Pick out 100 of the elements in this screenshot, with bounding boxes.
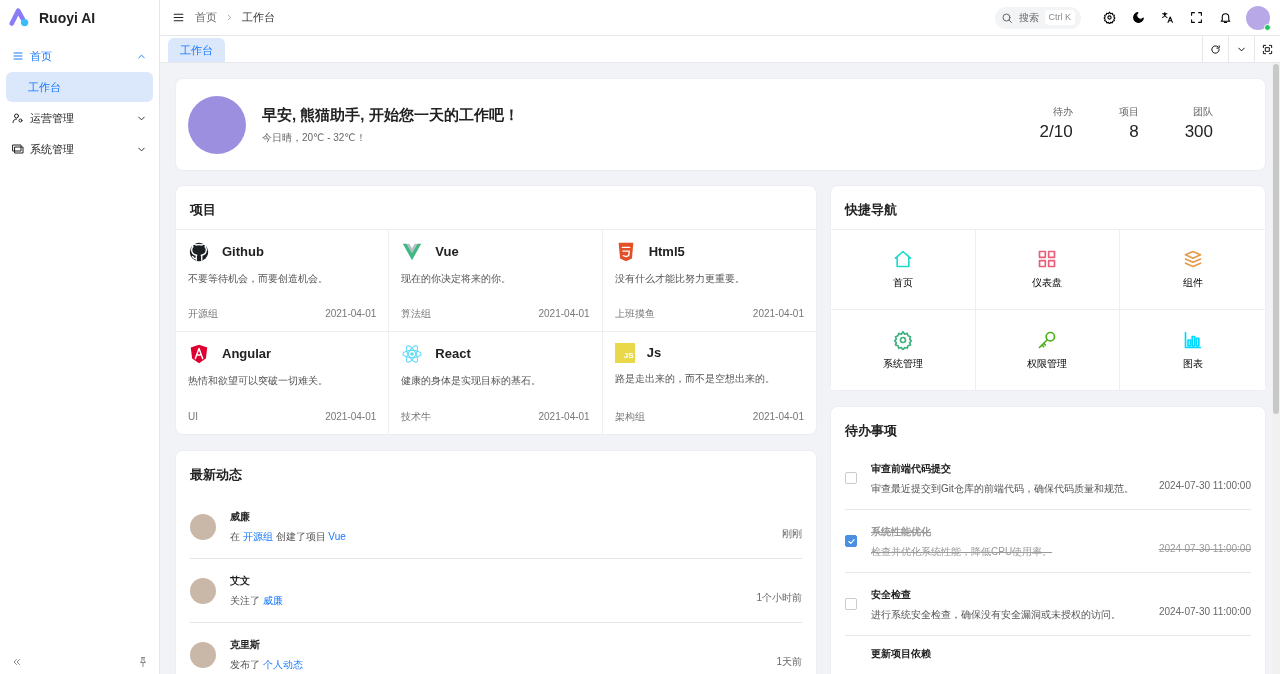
sidebar-item[interactable]: 系统管理 [6, 134, 153, 164]
menu-icon [12, 50, 24, 62]
project-name: Js [646, 344, 662, 363]
project-item[interactable]: Github 不要等待机会，而要创造机会。 开源组 2021-04-01 [176, 230, 390, 332]
project-logo-icon [401, 343, 424, 365]
project-group: 算法组 [401, 306, 432, 321]
project-name: Html5 [648, 243, 685, 262]
activity-link[interactable]: 开源组 [242, 531, 273, 542]
project-logo-icon [188, 241, 210, 263]
activity-link[interactable]: 威廉 [262, 595, 283, 606]
user-avatar [190, 641, 216, 668]
settings-icon[interactable] [1103, 11, 1116, 24]
checkbox[interactable] [845, 535, 857, 547]
activity-text: 在 开源组 创建了项目 Vue [230, 530, 346, 544]
stat-label: 待办 [1051, 105, 1073, 120]
project-date: 2021-04-01 [325, 307, 377, 321]
project-group: 开源组 [188, 306, 218, 321]
weather-text: 今日晴，20℃ - 32℃！ [262, 131, 367, 146]
card-title: 项目 [176, 186, 816, 230]
checkbox[interactable] [845, 598, 857, 610]
project-item[interactable]: Html5 没有什么才能比努力更重要。 上班摸鱼 2021-04-01 [602, 230, 816, 332]
project-date: 2021-04-01 [538, 307, 590, 321]
quick-nav-item[interactable]: 系统管理 [831, 310, 976, 390]
search-icon [1000, 11, 1013, 24]
scrollbar-thumb[interactable] [1273, 64, 1279, 414]
welcome-title: 早安, 熊猫助手, 开始您一天的工作吧！ [262, 104, 519, 125]
activity-time: 1天前 [776, 655, 802, 669]
project-date: 2021-04-01 [752, 307, 804, 321]
user-name: 威廉 [230, 510, 251, 524]
project-description: 路是走出来的，而不是空想出来的。 [614, 372, 776, 386]
project-item[interactable]: JS Js 路是走出来的，而不是空想出来的。 架构组 2021-04-01 [602, 332, 816, 434]
project-description: 不要等待机会，而要创造机会。 [188, 272, 329, 286]
activity-time: 刚刚 [782, 527, 802, 541]
stat-label: 项目 [1118, 105, 1139, 120]
todo-description: 审查最近提交到Git仓库的前端代码，确保代码质量和规范。 [871, 481, 1134, 496]
project-name: Vue [435, 243, 459, 262]
app-name: Ruoyi AI [39, 8, 96, 28]
user-name: 克里斯 [230, 638, 261, 652]
quick-nav-item[interactable]: 首页 [831, 230, 976, 310]
activity-text: 发布了 个人动态 [230, 658, 303, 672]
monitor-icon [12, 143, 24, 155]
sidebar-item[interactable]: 运营管理 [6, 103, 153, 133]
todo-title: 审查前端代码提交 [871, 461, 952, 476]
bell-icon[interactable] [1219, 11, 1232, 24]
welcome-avatar [188, 95, 246, 154]
project-description: 没有什么才能比努力更重要。 [614, 272, 746, 286]
activity-text: 关注了 威廉 [230, 594, 283, 608]
project-name: Angular [222, 345, 272, 364]
project-date: 2021-04-01 [325, 410, 377, 424]
project-group: 技术牛 [401, 409, 432, 424]
stat-label: 团队 [1192, 105, 1213, 120]
todo-date: 2024-07-30 11:00:00 [1158, 604, 1251, 619]
fullscreen-icon[interactable] [1190, 11, 1203, 24]
project-date: 2021-04-01 [538, 410, 590, 424]
stat-value: 300 [1184, 121, 1213, 144]
activity-link[interactable]: Vue [328, 531, 346, 542]
sidebar-item[interactable]: 首页 [6, 41, 153, 71]
activity-link[interactable]: 个人动态 [262, 659, 303, 670]
card-title: 待办事项 [844, 422, 898, 440]
todo-description: 进行系统安全检查，确保没有安全漏洞或未授权的访问。 [871, 607, 1121, 622]
chevron-right-icon [225, 13, 234, 22]
project-description: 热情和欲望可以突破一切难关。 [188, 374, 329, 388]
todo-title: 安全检查 [871, 587, 912, 602]
todo-title: 系统性能优化 [871, 524, 932, 539]
moon-icon[interactable] [1132, 11, 1145, 24]
user-name: 艾文 [230, 574, 251, 588]
card-title: 最新动态 [189, 466, 243, 484]
project-group: 上班摸鱼 [614, 306, 655, 321]
todo-date: 2024-07-30 11:00:00 [1158, 541, 1251, 556]
project-description: 健康的身体是实现目标的基石。 [401, 374, 543, 388]
translate-icon[interactable] [1161, 11, 1174, 24]
search-button[interactable]: 搜索 Ctrl K [994, 6, 1081, 29]
stat-value: 2/10 [1039, 121, 1073, 144]
breadcrumb-item: 工作台 [242, 10, 275, 26]
focus-icon[interactable] [1262, 43, 1273, 55]
project-item[interactable]: Angular 热情和欲望可以突破一切难关。 UI 2021-04-01 [176, 332, 390, 434]
shortcut-hint: Ctrl K [1044, 9, 1075, 26]
project-logo-icon: JS [614, 343, 635, 363]
project-name: Github [222, 243, 264, 262]
todo-description: 检查并优化系统性能，降低CPU使用率。 [871, 544, 1053, 559]
refresh-icon[interactable] [1210, 43, 1221, 55]
menu-icon[interactable] [172, 11, 185, 24]
checkbox[interactable] [845, 472, 857, 484]
user-avatar [190, 513, 216, 540]
user-icon [12, 112, 24, 124]
project-item[interactable]: Vue 现在的你决定将来的你。 算法组 2021-04-01 [389, 230, 603, 332]
project-name: React [435, 345, 471, 364]
logo-icon [9, 7, 31, 29]
project-item[interactable]: React 健康的身体是实现目标的基石。 技术牛 2021-04-01 [389, 332, 603, 434]
project-description: 现在的你决定将来的你。 [401, 272, 513, 286]
project-group: 架构组 [614, 409, 645, 424]
user-avatar [190, 577, 216, 604]
pin-icon[interactable] [137, 656, 149, 668]
quick-nav-item[interactable]: 仪表盘 [975, 230, 1121, 310]
project-logo-icon [188, 343, 210, 365]
breadcrumb-item[interactable]: 首页 [195, 9, 217, 26]
todo-date: 2024-07-30 11:00:00 [1158, 478, 1251, 493]
project-group: UI [188, 409, 198, 424]
todo-title: 更新项目依赖 [871, 647, 931, 661]
project-date: 2021-04-01 [752, 410, 804, 424]
